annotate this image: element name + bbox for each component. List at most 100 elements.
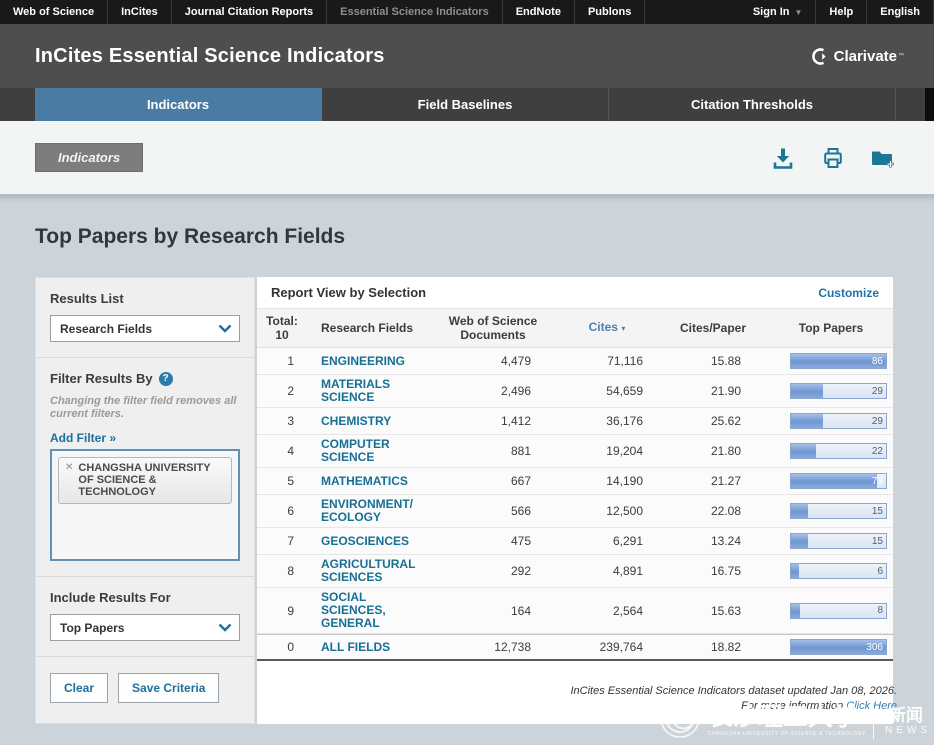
- tab[interactable]: Indicators: [35, 88, 322, 121]
- nav-item-label: Publons: [588, 6, 631, 18]
- research-field-link[interactable]: COMPUTER SCIENCE: [321, 438, 417, 464]
- documents-cell: 2,496: [429, 384, 557, 398]
- top-papers-cell: 73: [769, 473, 893, 489]
- top-papers-cell: 29: [769, 383, 893, 399]
- filters-sidebar: Results List Research Fields Filter Resu…: [35, 277, 255, 724]
- top-papers-bar: 306: [790, 639, 887, 655]
- table-row: 7 GEOSCIENCES 475 6,291 13.24 15: [257, 528, 893, 555]
- field-cell: COMPUTER SCIENCE: [307, 438, 429, 464]
- bar-fill: [791, 504, 808, 518]
- top-papers-bar: 15: [790, 503, 887, 519]
- nav-item[interactable]: Essential Science Indicators ▼: [327, 0, 503, 24]
- tab-label: Citation Thresholds: [691, 97, 813, 112]
- research-field-link[interactable]: MATHEMATICS: [321, 475, 408, 488]
- app-title: InCites Essential Science Indicators: [35, 45, 385, 68]
- save-criteria-button[interactable]: Save Criteria: [118, 673, 219, 703]
- clarivate-logo: Clarivate ™: [811, 48, 904, 65]
- nav-item[interactable]: Publons ▼: [575, 0, 645, 24]
- top-papers-bar: 29: [790, 383, 887, 399]
- bar-value: 29: [872, 414, 883, 428]
- tab[interactable]: Citation Thresholds: [609, 88, 896, 121]
- column-header-cites-sort[interactable]: Cites ▾: [557, 320, 657, 336]
- news-label-en: NEWS: [885, 725, 931, 736]
- add-folder-icon[interactable]: [870, 145, 896, 171]
- product-nav-right: Sign In ▼ Help ▼ English ▼: [740, 0, 934, 24]
- research-field-link[interactable]: MATERIALS SCIENCE: [321, 378, 417, 404]
- rank-cell: 2: [257, 384, 307, 398]
- include-results-select[interactable]: Top Papers: [50, 614, 240, 641]
- nav-item-label: EndNote: [516, 6, 561, 18]
- nav-item[interactable]: Journal Citation Reports ▼: [172, 0, 327, 24]
- cites-cell: 36,176: [557, 414, 657, 428]
- caret-down-icon: ▼: [795, 8, 803, 17]
- nav-item[interactable]: EndNote ▼: [503, 0, 575, 24]
- bar-fill: [791, 564, 799, 578]
- clear-button[interactable]: Clear: [50, 673, 108, 703]
- remove-filter-icon[interactable]: ✕: [65, 462, 73, 474]
- include-results-value: Top Papers: [60, 621, 124, 635]
- documents-cell: 164: [429, 604, 557, 618]
- cites-cell: 2,564: [557, 604, 657, 618]
- report-title: Report View by Selection: [271, 285, 426, 300]
- rank-cell: 7: [257, 534, 307, 548]
- add-filter-link[interactable]: Add Filter »: [50, 431, 116, 445]
- bar-value: 15: [872, 534, 883, 548]
- filter-chip[interactable]: ✕ CHANGSHA UNIVERSITY OF SCIENCE & TECHN…: [58, 457, 232, 504]
- nav-item[interactable]: InCites ▼: [108, 0, 172, 24]
- research-field-link[interactable]: GEOSCIENCES: [321, 535, 409, 548]
- field-cell: ENVIRONMENT/ECOLOGY: [307, 498, 429, 524]
- cites-per-paper-cell: 21.80: [657, 444, 769, 458]
- nav-item[interactable]: Sign In ▼: [740, 0, 817, 24]
- research-field-link[interactable]: ALL FIELDS: [321, 641, 390, 654]
- table-row: 4 COMPUTER SCIENCE 881 19,204 21.80 22: [257, 435, 893, 468]
- nav-item-label: Journal Citation Reports: [185, 6, 313, 18]
- cites-cell: 239,764: [557, 640, 657, 654]
- print-icon[interactable]: [820, 145, 846, 171]
- active-filters-box: ✕ CHANGSHA UNIVERSITY OF SCIENCE & TECHN…: [50, 449, 240, 561]
- nav-item[interactable]: Web of Science ▼: [0, 0, 108, 24]
- tabbar-spacer: [0, 88, 35, 121]
- nav-item[interactable]: English ▼: [867, 0, 934, 24]
- help-icon[interactable]: ?: [159, 372, 173, 386]
- bar-value: 15: [872, 504, 883, 518]
- documents-cell: 12,738: [429, 640, 557, 654]
- indicators-breadcrumb-button[interactable]: Indicators: [35, 143, 143, 172]
- cites-per-paper-cell: 15.88: [657, 354, 769, 368]
- research-field-link[interactable]: SOCIAL SCIENCES, GENERAL: [321, 591, 417, 630]
- customize-link[interactable]: Customize: [818, 286, 879, 300]
- research-field-link[interactable]: ENVIRONMENT/ECOLOGY: [321, 498, 417, 524]
- cites-cell: 71,116: [557, 354, 657, 368]
- nav-item-label: English: [880, 6, 920, 18]
- bar-value: 6: [877, 564, 883, 578]
- results-list-section: Results List Research Fields: [36, 278, 254, 358]
- nav-item[interactable]: Help ▼: [816, 0, 867, 24]
- sidebar-actions: Clear Save Criteria: [36, 657, 254, 723]
- field-cell: ALL FIELDS: [307, 640, 429, 654]
- bar-value: 86: [872, 354, 883, 368]
- cites-per-paper-cell: 21.90: [657, 384, 769, 398]
- results-list-select[interactable]: Research Fields: [50, 315, 240, 342]
- rank-cell: 1: [257, 354, 307, 368]
- chevron-down-icon: [218, 623, 232, 632]
- clarivate-mark-icon: [811, 48, 828, 65]
- research-field-link[interactable]: AGRICULTURAL SCIENCES: [321, 558, 417, 584]
- research-field-link[interactable]: ENGINEERING: [321, 355, 405, 368]
- click-here-link[interactable]: Click Here: [846, 700, 897, 712]
- rank-cell: 5: [257, 474, 307, 488]
- research-field-link[interactable]: CHEMISTRY: [321, 415, 391, 428]
- download-icon[interactable]: [770, 145, 796, 171]
- field-cell: SOCIAL SCIENCES, GENERAL: [307, 591, 429, 630]
- app-header: InCites Essential Science Indicators Cla…: [0, 24, 934, 88]
- column-header-cites-per-paper: Cites/Paper: [657, 321, 769, 335]
- top-papers-cell: 86: [769, 353, 893, 369]
- table-row: 5 MATHEMATICS 667 14,190 21.27 73: [257, 468, 893, 495]
- top-papers-bar: 8: [790, 603, 887, 619]
- cites-cell: 19,204: [557, 444, 657, 458]
- nav-item-label: Help: [829, 6, 853, 18]
- results-list-label: Results List: [50, 291, 240, 306]
- include-results-section: Include Results For Top Papers: [36, 577, 254, 657]
- filter-note: Changing the filter field removes all cu…: [50, 395, 240, 421]
- rank-cell: 0: [257, 640, 307, 654]
- tab[interactable]: Field Baselines: [322, 88, 609, 121]
- top-papers-cell: 22: [769, 443, 893, 459]
